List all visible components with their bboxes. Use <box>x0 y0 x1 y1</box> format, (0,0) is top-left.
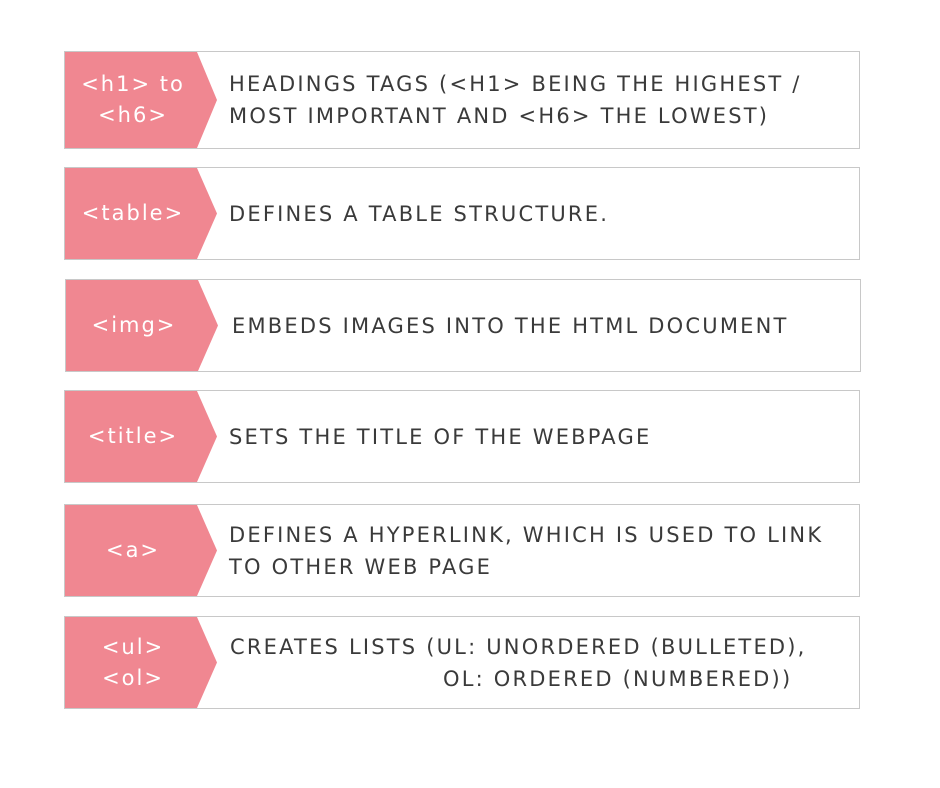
tag-label: <h1> to <h6> <box>81 72 185 127</box>
tag-row-title: <title> SETS THE TITLE OF THE WEBPAGE <box>64 390 860 483</box>
tag-row-headings: <h1> to <h6> HEADINGS TAGS (<H1> BEING T… <box>64 51 860 149</box>
tag-row-img: <img> EMBEDS IMAGES INTO THE HTML DOCUME… <box>65 279 861 372</box>
tag-description: HEADINGS TAGS (<H1> BEING THE HIGHEST / … <box>229 52 851 148</box>
tag-description: DEFINES A HYPERLINK, WHICH IS USED TO LI… <box>229 505 851 596</box>
tag-description-text: DEFINES A TABLE STRUCTURE. <box>229 201 610 226</box>
tag-row-table: <table> DEFINES A TABLE STRUCTURE. <box>64 167 860 260</box>
tag-description-text: HEADINGS TAGS (<H1> BEING THE HIGHEST / … <box>229 72 802 128</box>
tag-label: <title> <box>87 424 179 448</box>
tag-badge: <ul> <ol> <box>65 617 217 708</box>
tag-badge: <a> <box>65 505 217 596</box>
tag-badge: <h1> to <h6> <box>65 52 217 148</box>
tag-badge: <title> <box>65 391 217 482</box>
tag-description-text: EMBEDS IMAGES INTO THE HTML DOCUMENT <box>232 313 789 338</box>
tag-description: DEFINES A TABLE STRUCTURE. <box>229 168 851 259</box>
tag-description: EMBEDS IMAGES INTO THE HTML DOCUMENT <box>232 280 852 371</box>
tag-description: SETS THE TITLE OF THE WEBPAGE <box>229 391 851 482</box>
tag-badge: <table> <box>65 168 217 259</box>
tag-label: <table> <box>81 201 185 225</box>
tag-row-lists: <ul> <ol> CREATES LISTS (UL: UNORDERED (… <box>64 616 860 709</box>
tag-label: <img> <box>91 313 177 337</box>
tag-row-anchor: <a> DEFINES A HYPERLINK, WHICH IS USED T… <box>64 504 860 597</box>
tag-description-text: CREATES LISTS (UL: UNORDERED (BULLETED),… <box>230 634 807 691</box>
tag-label: <a> <box>105 538 161 562</box>
tag-description-text: DEFINES A HYPERLINK, WHICH IS USED TO LI… <box>229 522 824 579</box>
tag-label: <ul> <ol> <box>101 634 165 690</box>
tag-description-text: SETS THE TITLE OF THE WEBPAGE <box>229 424 652 449</box>
tag-description: CREATES LISTS (UL: UNORDERED (BULLETED),… <box>230 617 851 708</box>
tag-badge: <img> <box>66 280 218 371</box>
